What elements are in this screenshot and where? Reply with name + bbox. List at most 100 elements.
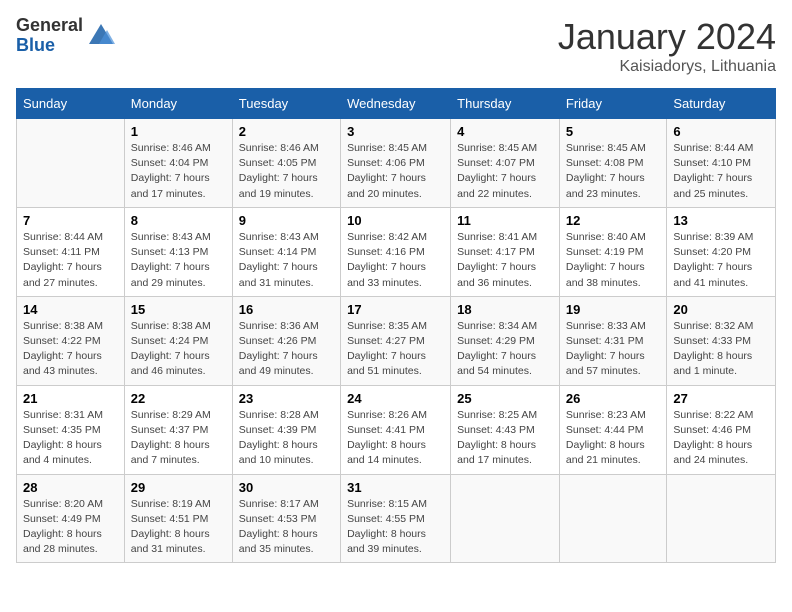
day-info: Sunrise: 8:32 AMSunset: 4:33 PMDaylight:… — [673, 319, 769, 380]
day-info: Sunrise: 8:28 AMSunset: 4:39 PMDaylight:… — [239, 408, 334, 469]
calendar-week-row: 7Sunrise: 8:44 AMSunset: 4:11 PMDaylight… — [17, 207, 776, 296]
calendar-cell — [17, 119, 125, 208]
day-number: 22 — [131, 391, 226, 406]
day-number: 24 — [347, 391, 444, 406]
day-info: Sunrise: 8:46 AMSunset: 4:04 PMDaylight:… — [131, 141, 226, 202]
calendar-cell: 4 Sunrise: 8:45 AMSunset: 4:07 PMDaylight… — [451, 119, 560, 208]
calendar-cell: 23 Sunrise: 8:28 AMSunset: 4:39 PMDayligh… — [232, 385, 340, 474]
calendar-cell: 13 Sunrise: 8:39 AMSunset: 4:20 PMDayligh… — [667, 207, 776, 296]
calendar-cell: 6 Sunrise: 8:44 AMSunset: 4:10 PMDaylight… — [667, 119, 776, 208]
day-number: 29 — [131, 480, 226, 495]
page-location: Kaisiadorys, Lithuania — [558, 58, 776, 76]
column-header-friday: Friday — [559, 89, 667, 119]
day-number: 6 — [673, 124, 769, 139]
day-info: Sunrise: 8:45 AMSunset: 4:07 PMDaylight:… — [457, 141, 553, 202]
day-number: 11 — [457, 213, 553, 228]
day-info: Sunrise: 8:36 AMSunset: 4:26 PMDaylight:… — [239, 319, 334, 380]
calendar-cell: 1 Sunrise: 8:46 AMSunset: 4:04 PMDaylight… — [124, 119, 232, 208]
calendar-cell: 5 Sunrise: 8:45 AMSunset: 4:08 PMDaylight… — [559, 119, 667, 208]
calendar-cell: 18 Sunrise: 8:34 AMSunset: 4:29 PMDayligh… — [451, 296, 560, 385]
day-info: Sunrise: 8:35 AMSunset: 4:27 PMDaylight:… — [347, 319, 444, 380]
day-info: Sunrise: 8:38 AMSunset: 4:22 PMDaylight:… — [23, 319, 118, 380]
calendar-header-row: SundayMondayTuesdayWednesdayThursdayFrid… — [17, 89, 776, 119]
calendar-cell: 29 Sunrise: 8:19 AMSunset: 4:51 PMDayligh… — [124, 474, 232, 563]
day-info: Sunrise: 8:33 AMSunset: 4:31 PMDaylight:… — [566, 319, 661, 380]
title-block: January 2024 Kaisiadorys, Lithuania — [558, 16, 776, 76]
day-number: 1 — [131, 124, 226, 139]
calendar-cell: 20 Sunrise: 8:32 AMSunset: 4:33 PMDayligh… — [667, 296, 776, 385]
calendar-cell: 14 Sunrise: 8:38 AMSunset: 4:22 PMDayligh… — [17, 296, 125, 385]
calendar-cell: 10 Sunrise: 8:42 AMSunset: 4:16 PMDayligh… — [341, 207, 451, 296]
day-info: Sunrise: 8:20 AMSunset: 4:49 PMDaylight:… — [23, 497, 118, 558]
column-header-saturday: Saturday — [667, 89, 776, 119]
logo-blue-text: Blue — [16, 36, 83, 56]
day-info: Sunrise: 8:22 AMSunset: 4:46 PMDaylight:… — [673, 408, 769, 469]
calendar-cell: 2 Sunrise: 8:46 AMSunset: 4:05 PMDaylight… — [232, 119, 340, 208]
day-info: Sunrise: 8:38 AMSunset: 4:24 PMDaylight:… — [131, 319, 226, 380]
day-number: 14 — [23, 302, 118, 317]
column-header-thursday: Thursday — [451, 89, 560, 119]
day-number: 23 — [239, 391, 334, 406]
day-info: Sunrise: 8:44 AMSunset: 4:10 PMDaylight:… — [673, 141, 769, 202]
day-info: Sunrise: 8:45 AMSunset: 4:08 PMDaylight:… — [566, 141, 661, 202]
column-header-monday: Monday — [124, 89, 232, 119]
day-info: Sunrise: 8:43 AMSunset: 4:13 PMDaylight:… — [131, 230, 226, 291]
day-info: Sunrise: 8:25 AMSunset: 4:43 PMDaylight:… — [457, 408, 553, 469]
day-number: 18 — [457, 302, 553, 317]
column-header-tuesday: Tuesday — [232, 89, 340, 119]
calendar-cell — [451, 474, 560, 563]
day-number: 9 — [239, 213, 334, 228]
calendar-cell: 17 Sunrise: 8:35 AMSunset: 4:27 PMDayligh… — [341, 296, 451, 385]
day-info: Sunrise: 8:34 AMSunset: 4:29 PMDaylight:… — [457, 319, 553, 380]
day-number: 27 — [673, 391, 769, 406]
calendar-cell: 16 Sunrise: 8:36 AMSunset: 4:26 PMDayligh… — [232, 296, 340, 385]
day-info: Sunrise: 8:23 AMSunset: 4:44 PMDaylight:… — [566, 408, 661, 469]
logo-general-text: General — [16, 16, 83, 36]
day-number: 13 — [673, 213, 769, 228]
day-number: 12 — [566, 213, 661, 228]
day-info: Sunrise: 8:42 AMSunset: 4:16 PMDaylight:… — [347, 230, 444, 291]
day-number: 17 — [347, 302, 444, 317]
day-info: Sunrise: 8:19 AMSunset: 4:51 PMDaylight:… — [131, 497, 226, 558]
column-header-sunday: Sunday — [17, 89, 125, 119]
day-number: 25 — [457, 391, 553, 406]
day-number: 16 — [239, 302, 334, 317]
day-number: 31 — [347, 480, 444, 495]
calendar-cell — [559, 474, 667, 563]
day-number: 7 — [23, 213, 118, 228]
day-number: 8 — [131, 213, 226, 228]
page-title: January 2024 — [558, 16, 776, 58]
calendar-cell: 12Sunrise: 8:40 AMSunset: 4:19 PMDayligh… — [559, 207, 667, 296]
calendar-cell: 9 Sunrise: 8:43 AMSunset: 4:14 PMDaylight… — [232, 207, 340, 296]
day-number: 15 — [131, 302, 226, 317]
day-number: 3 — [347, 124, 444, 139]
day-number: 20 — [673, 302, 769, 317]
day-info: Sunrise: 8:46 AMSunset: 4:05 PMDaylight:… — [239, 141, 334, 202]
calendar-cell: 26 Sunrise: 8:23 AMSunset: 4:44 PMDayligh… — [559, 385, 667, 474]
calendar-cell: 8 Sunrise: 8:43 AMSunset: 4:13 PMDaylight… — [124, 207, 232, 296]
calendar-cell: 25 Sunrise: 8:25 AMSunset: 4:43 PMDayligh… — [451, 385, 560, 474]
day-number: 19 — [566, 302, 661, 317]
calendar-cell: 24 Sunrise: 8:26 AMSunset: 4:41 PMDayligh… — [341, 385, 451, 474]
day-number: 10 — [347, 213, 444, 228]
day-number: 26 — [566, 391, 661, 406]
calendar-cell: 15 Sunrise: 8:38 AMSunset: 4:24 PMDayligh… — [124, 296, 232, 385]
day-info: Sunrise: 8:45 AMSunset: 4:06 PMDaylight:… — [347, 141, 444, 202]
day-info: Sunrise: 8:29 AMSunset: 4:37 PMDaylight:… — [131, 408, 226, 469]
day-number: 5 — [566, 124, 661, 139]
logo: General Blue — [16, 16, 115, 56]
day-info: Sunrise: 8:39 AMSunset: 4:20 PMDaylight:… — [673, 230, 769, 291]
column-header-wednesday: Wednesday — [341, 89, 451, 119]
day-info: Sunrise: 8:26 AMSunset: 4:41 PMDaylight:… — [347, 408, 444, 469]
day-number: 2 — [239, 124, 334, 139]
day-info: Sunrise: 8:43 AMSunset: 4:14 PMDaylight:… — [239, 230, 334, 291]
day-number: 21 — [23, 391, 118, 406]
calendar-cell: 7Sunrise: 8:44 AMSunset: 4:11 PMDaylight… — [17, 207, 125, 296]
day-number: 4 — [457, 124, 553, 139]
calendar-cell: 19 Sunrise: 8:33 AMSunset: 4:31 PMDayligh… — [559, 296, 667, 385]
calendar-table: SundayMondayTuesdayWednesdayThursdayFrid… — [16, 88, 776, 563]
logo-text: General Blue — [16, 16, 83, 56]
logo-icon — [87, 22, 115, 50]
calendar-cell — [667, 474, 776, 563]
calendar-week-row: 21Sunrise: 8:31 AMSunset: 4:35 PMDayligh… — [17, 385, 776, 474]
